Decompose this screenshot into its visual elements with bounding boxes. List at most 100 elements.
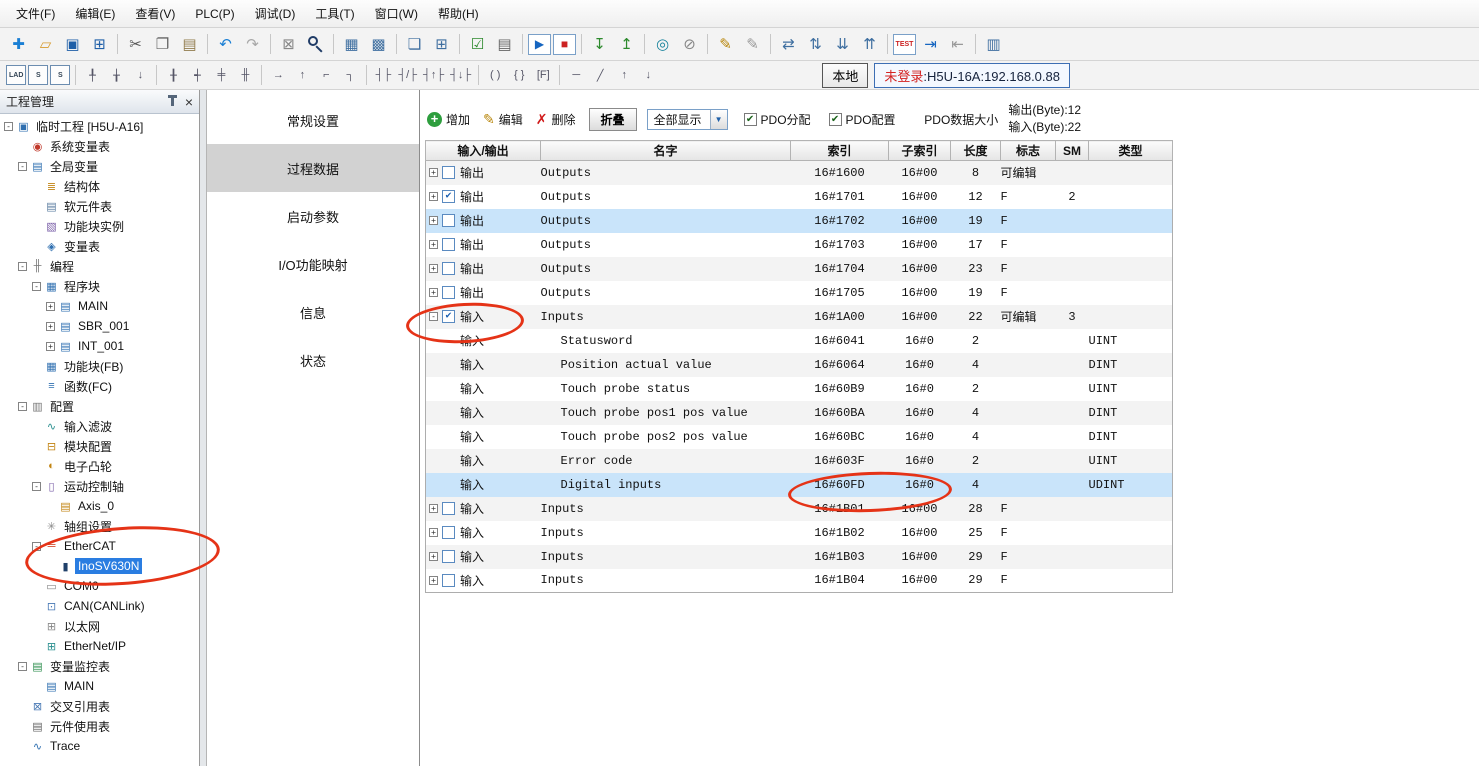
collapse-button[interactable]: 折叠	[589, 108, 637, 131]
pdo-assign-checkbox[interactable]: ✔ PDO分配	[744, 111, 811, 128]
nav-startup-params[interactable]: 启动参数	[207, 192, 419, 240]
chevron-down-icon[interactable]: ▼	[710, 110, 727, 129]
menu-file[interactable]: 文件(F)	[6, 0, 65, 27]
tree-item[interactable]: -╫编程	[0, 256, 199, 276]
pdo-row[interactable]: 输入Digital inputs16#60FD16#04UDINT	[426, 473, 1173, 497]
expand-toggle[interactable]: +	[429, 288, 438, 297]
expand-toggle[interactable]: +	[46, 322, 55, 331]
tree-item[interactable]: ∿输入滤波	[0, 416, 199, 436]
new-file-icon[interactable]: ✚	[6, 32, 31, 56]
pdo-row[interactable]: +输出Outputs16#170516#0019F	[426, 281, 1173, 305]
write-disable-icon[interactable]: ✎	[740, 32, 765, 56]
pdo-row-checkbox[interactable]	[442, 262, 455, 275]
pdo-row[interactable]: 输入Touch probe pos1 pos value16#60BA16#04…	[426, 401, 1173, 425]
tree-item[interactable]: +▤INT_001	[0, 336, 199, 356]
menu-window[interactable]: 窗口(W)	[365, 0, 428, 27]
sfc-editor-icon[interactable]: S	[28, 65, 48, 85]
pdo-row[interactable]: +输入Inputs16#1B0116#0028F	[426, 497, 1173, 521]
save-icon[interactable]: ▣	[60, 32, 85, 56]
test-icon[interactable]: TEST	[893, 34, 916, 55]
nav-status[interactable]: 状态	[207, 336, 419, 384]
pdo-row-checkbox[interactable]: ✔	[442, 190, 455, 203]
delete-line-icon[interactable]: ┐	[339, 64, 361, 86]
tree-item[interactable]: -▥配置	[0, 396, 199, 416]
device-table-icon[interactable]: ▥	[981, 32, 1006, 56]
ladder-editor-icon[interactable]: LAD	[6, 65, 26, 85]
append-branch-icon[interactable]: ╪	[210, 64, 232, 86]
horizontal-line-icon[interactable]: ─	[565, 64, 587, 86]
tree-item[interactable]: -▤变量监控表	[0, 656, 199, 676]
collapse-toggle[interactable]: -	[4, 122, 13, 131]
pdo-row[interactable]: 输入Touch probe status16#60B916#02UINT	[426, 377, 1173, 401]
menu-edit[interactable]: 编辑(E)	[65, 0, 125, 27]
nav-info[interactable]: 信息	[207, 288, 419, 336]
expand-toggle[interactable]: +	[429, 528, 438, 537]
pdo-row[interactable]: +输出Outputs16#170416#0023F	[426, 257, 1173, 281]
pdo-row[interactable]: +输入Inputs16#1B0216#0025F	[426, 521, 1173, 545]
expand-toggle[interactable]: +	[429, 192, 438, 201]
menu-debug[interactable]: 调试(D)	[245, 0, 306, 27]
expand-toggle[interactable]: +	[429, 216, 438, 225]
expand-toggle[interactable]: +	[429, 576, 438, 585]
stop-icon[interactable]: ■	[553, 34, 576, 55]
expand-toggle[interactable]: +	[429, 168, 438, 177]
tree-item[interactable]: ▦功能块(FB)	[0, 356, 199, 376]
pdo-row-checkbox[interactable]	[442, 526, 455, 539]
tree-item[interactable]: ▮InoSV630N	[0, 556, 199, 576]
save-all-icon[interactable]: ⊞	[87, 32, 112, 56]
menu-view[interactable]: 查看(V)	[125, 0, 185, 27]
tree-item[interactable]: ✳轴组设置	[0, 516, 199, 536]
tree-item[interactable]: -▤全局变量	[0, 156, 199, 176]
pdo-row-checkbox[interactable]	[442, 574, 455, 587]
local-mode-button[interactable]: 本地	[822, 63, 868, 88]
tree-item[interactable]: ◉系统变量表	[0, 136, 199, 156]
menu-plc[interactable]: PLC(P)	[185, 2, 244, 26]
pdo-row[interactable]: +输入Inputs16#1B0416#0029F	[426, 569, 1173, 593]
function-block-coil-icon[interactable]: [F]	[532, 64, 554, 86]
pdo-row-checkbox[interactable]: ✔	[442, 310, 455, 323]
pdo-row[interactable]: +输出Outputs16#170316#0017F	[426, 233, 1173, 257]
nav-general-settings[interactable]: 常规设置	[207, 96, 419, 144]
collapse-toggle[interactable]: -	[32, 482, 41, 491]
tree-item[interactable]: ⊞EtherNet/IP	[0, 636, 199, 656]
write-enable-icon[interactable]: ✎	[713, 32, 738, 56]
pdo-row[interactable]: 输入Touch probe pos2 pos value16#60BC16#04…	[426, 425, 1173, 449]
pdo-row-checkbox[interactable]	[442, 286, 455, 299]
close-panel-icon[interactable]: ×	[185, 96, 193, 108]
download-icon[interactable]: ↧	[587, 32, 612, 56]
set-coil-icon[interactable]: { }	[508, 64, 530, 86]
pdo-row[interactable]: 输入Position actual value16#606416#04DINT	[426, 353, 1173, 377]
paste-icon[interactable]: ▤	[177, 32, 202, 56]
undo-icon[interactable]: ↶	[213, 32, 238, 56]
tree-item[interactable]: -▦程序块	[0, 276, 199, 296]
tree-item[interactable]: ⊟模块配置	[0, 436, 199, 456]
tree-item[interactable]: ▤软元件表	[0, 196, 199, 216]
tree-item[interactable]: ▭COM0	[0, 576, 199, 596]
copy-icon[interactable]: ❐	[150, 32, 175, 56]
insert-row-above-icon[interactable]: ╀	[81, 64, 103, 86]
pdo-row-checkbox[interactable]	[442, 238, 455, 251]
pdo-config-checkbox[interactable]: ✔ PDO配置	[829, 111, 896, 128]
add-pdo-button[interactable]: + 增加	[427, 111, 470, 128]
tree-item[interactable]: ▧功能块实例	[0, 216, 199, 236]
vertical-up-icon[interactable]: ↑	[613, 64, 635, 86]
output-coil-icon[interactable]: ( )	[484, 64, 506, 86]
compile-icon[interactable]: ▦	[339, 32, 364, 56]
upload-compare-icon[interactable]: ⇈	[857, 32, 882, 56]
nav-io-mapping[interactable]: I/O功能映射	[207, 240, 419, 288]
draw-line-right-icon[interactable]: →	[267, 64, 289, 86]
expand-toggle[interactable]: +	[429, 552, 438, 561]
window-tile-icon[interactable]: ⊞	[429, 32, 454, 56]
pdo-row[interactable]: -✔输入Inputs16#1A0016#0022可编辑3	[426, 305, 1173, 329]
monitor-icon[interactable]: ◎	[650, 32, 675, 56]
logout-icon[interactable]: ⇤	[945, 32, 970, 56]
collapse-toggle[interactable]: -	[18, 402, 27, 411]
pdo-row-checkbox[interactable]	[442, 166, 455, 179]
tree-item[interactable]: -═EtherCAT	[0, 536, 199, 556]
upload-icon[interactable]: ↥	[614, 32, 639, 56]
closed-contact-icon[interactable]: ┤/├	[396, 64, 419, 86]
window-cascade-icon[interactable]: ❏	[402, 32, 427, 56]
nav-process-data[interactable]: 过程数据	[207, 144, 419, 192]
tree-item[interactable]: ⊠交叉引用表	[0, 696, 199, 716]
menu-tools[interactable]: 工具(T)	[305, 0, 364, 27]
